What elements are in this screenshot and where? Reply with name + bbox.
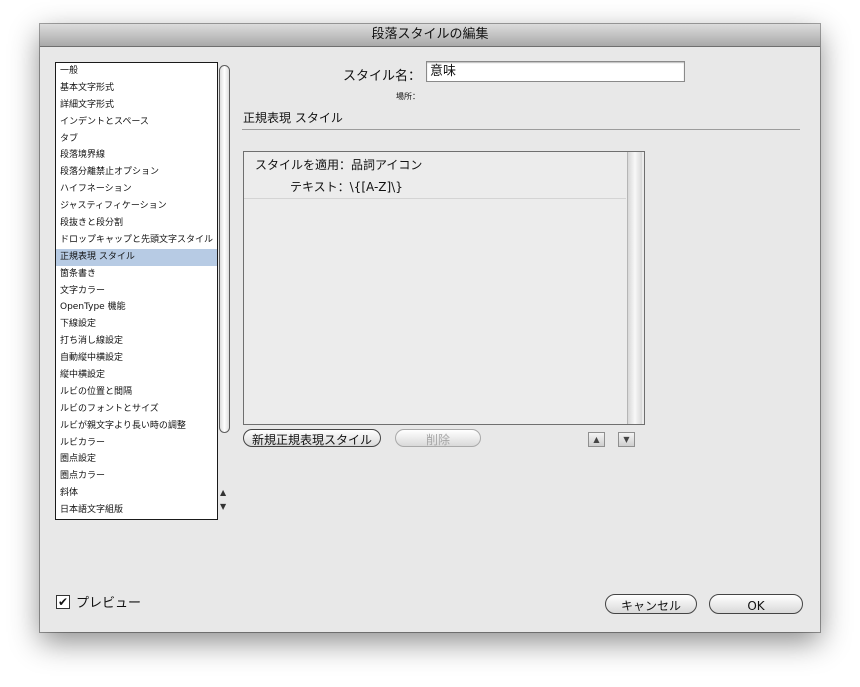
category-item[interactable]: 日本語文字組版 (56, 502, 217, 519)
category-item[interactable]: 正規表現 スタイル (56, 248, 217, 266)
category-item[interactable]: 縦中横設定 (56, 367, 217, 384)
style-name-input[interactable]: 意味 (426, 61, 685, 82)
category-list[interactable]: 一般 基本文字形式 詳細文字形式 インデントとスペース タブ 段落境界線 段落分離禁止オプシ… (55, 62, 218, 520)
category-item[interactable]: ドロップキャップと先頭文字スタイル (56, 232, 217, 249)
category-item[interactable]: 詳細文字形式 (56, 97, 217, 114)
grep-style-list[interactable]: スタイルを適用：品詞アイコン テキスト：\{[A-Z]\} (243, 151, 645, 425)
section-divider (242, 129, 800, 130)
category-item[interactable]: ルビのフォントとサイズ (56, 401, 217, 418)
move-up-button[interactable]: ▲ (588, 432, 605, 447)
category-item[interactable]: 打ち消し線設定 (56, 333, 217, 350)
category-item[interactable]: 段落分離禁止オプション (56, 164, 217, 181)
scroll-thumb[interactable] (219, 65, 230, 433)
category-item[interactable]: ルビが親文字より長い時の調整 (56, 418, 217, 435)
paragraph-style-dialog: 段落スタイルの編集 一般 基本文字形式 詳細文字形式 インデントとスペース タブ 段落境界… (40, 24, 820, 632)
delete-button[interactable]: 削除 (395, 429, 481, 447)
category-item[interactable]: ハイフネーション (56, 181, 217, 198)
dialog-title: 段落スタイルの編集 (40, 24, 820, 47)
text-value[interactable]: \{[A-Z]\} (350, 180, 403, 194)
checkmark-icon: ✔ (57, 594, 69, 609)
apply-style-row[interactable]: スタイルを適用：品詞アイコン (255, 156, 422, 173)
section-heading: 正規表現 スタイル (243, 111, 343, 125)
category-item[interactable]: 下線設定 (56, 316, 217, 333)
scroll-up-arrow-icon[interactable]: ▲ (220, 488, 226, 497)
triangle-up-icon: ▲ (593, 435, 600, 444)
category-item[interactable]: 圏点カラー (56, 468, 217, 485)
category-item[interactable]: インデントとスペース (56, 114, 217, 131)
apply-style-value[interactable]: 品詞アイコン (351, 158, 422, 172)
category-item[interactable]: 圏点設定 (56, 451, 217, 468)
preview-checkbox[interactable]: ✔ (56, 594, 70, 609)
category-list-scrollbar[interactable]: ▲ ▼ (218, 62, 231, 520)
ok-button[interactable]: OK (709, 594, 803, 614)
scroll-down-arrow-icon[interactable]: ▼ (220, 502, 226, 511)
preview-label: プレビュー (76, 596, 142, 611)
category-item[interactable]: ルビの位置と間隔 (56, 384, 217, 401)
triangle-down-icon: ▼ (623, 435, 630, 444)
grep-row-divider (244, 198, 626, 199)
new-grep-style-button[interactable]: 新規正規表現スタイル (243, 429, 381, 447)
category-item[interactable]: ジャスティフィケーション (56, 198, 217, 215)
category-item[interactable]: タブ (56, 131, 217, 148)
category-item[interactable]: 基本文字形式 (56, 80, 217, 97)
move-down-button[interactable]: ▼ (618, 432, 635, 447)
category-item[interactable]: 文字カラー (56, 283, 217, 300)
text-label: テキスト： (290, 180, 350, 194)
category-item[interactable]: 段抜きと段分割 (56, 215, 217, 232)
apply-style-label: スタイルを適用： (255, 158, 352, 172)
location-label: 場所： (396, 92, 420, 101)
category-item[interactable]: ルビカラー (56, 435, 217, 452)
category-item[interactable]: OpenType 機能 (56, 299, 217, 316)
style-name-label: スタイル名： (342, 69, 421, 84)
text-row[interactable]: テキスト：\{[A-Z]\} (290, 178, 403, 195)
category-item[interactable]: 段落境界線 (56, 147, 217, 164)
grep-list-scrollbar[interactable] (627, 152, 642, 424)
category-item[interactable]: 一般 (56, 63, 217, 80)
category-item[interactable]: 箇条書き (56, 266, 217, 283)
cancel-button[interactable]: キャンセル (605, 594, 697, 614)
preview-toggle[interactable]: ✔ プレビュー (56, 592, 141, 611)
category-item[interactable]: 斜体 (56, 485, 217, 502)
category-item[interactable]: 自動縦中横設定 (56, 350, 217, 367)
